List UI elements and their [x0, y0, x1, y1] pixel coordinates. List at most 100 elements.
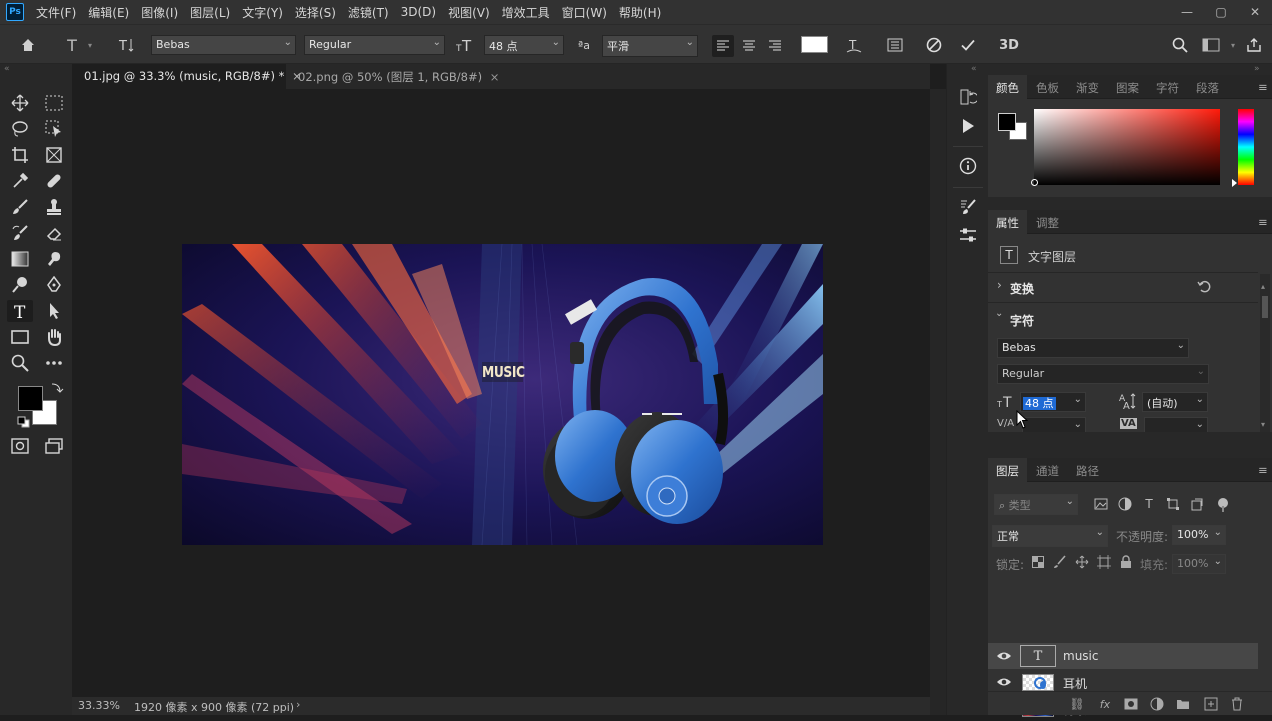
lock-artboard-icon[interactable] — [1096, 554, 1112, 570]
screen-mode-icon[interactable] — [41, 435, 67, 457]
fill-field[interactable]: 100% ⌄ — [1172, 554, 1226, 574]
panel-fg-color-swatch[interactable] — [998, 113, 1016, 131]
zoom-tool-icon[interactable] — [7, 352, 33, 374]
lock-transparency-icon[interactable] — [1030, 554, 1046, 570]
prop-font-family-select[interactable]: Bebas ⌄ — [997, 338, 1189, 358]
tab-channels[interactable]: 通道 — [1028, 458, 1067, 482]
tracking-select[interactable]: ⌄ — [1144, 417, 1208, 432]
layer-style-fx-icon[interactable]: fx — [1096, 695, 1114, 713]
more-tools-icon[interactable] — [41, 352, 67, 374]
character-panel-icon[interactable] — [885, 35, 905, 55]
search-icon[interactable] — [1170, 35, 1190, 55]
font-style-select[interactable]: Regular ⌄ — [304, 35, 445, 55]
hue-slider[interactable] — [1238, 109, 1254, 185]
blend-mode-select[interactable]: 正常 ⌄ — [992, 525, 1108, 547]
menu-type[interactable]: 文字(Y) — [236, 4, 289, 21]
menu-select[interactable]: 选择(S) — [289, 4, 342, 21]
document-canvas[interactable]: MUSIC — [182, 244, 823, 545]
filter-type-icon[interactable]: T — [1140, 496, 1158, 512]
add-mask-icon[interactable] — [1122, 695, 1140, 713]
workspace-chevron-icon[interactable]: ▾ — [1228, 37, 1238, 53]
foreground-color-swatch[interactable] — [18, 386, 43, 411]
menu-filter[interactable]: 滤镜(T) — [342, 4, 395, 21]
eraser-tool-icon[interactable] — [41, 222, 67, 244]
chevron-right-icon[interactable]: › — [997, 278, 1002, 292]
transform-section-label[interactable]: 变换 — [1010, 280, 1034, 297]
minimize-button[interactable]: — — [1170, 0, 1204, 24]
healing-brush-tool-icon[interactable] — [41, 170, 67, 192]
tab-02-png[interactable]: 02.png @ 50% (图层 1, RGB/8#) × — [286, 64, 499, 89]
menu-plugins[interactable]: 增效工具 — [496, 4, 556, 21]
lock-position-icon[interactable] — [1074, 554, 1090, 570]
chevron-down-icon[interactable]: ▾ — [84, 37, 96, 53]
tab-gradients[interactable]: 渐变 — [1068, 75, 1107, 99]
rectangle-tool-icon[interactable] — [7, 326, 33, 348]
pen-tool-icon[interactable] — [41, 274, 67, 296]
tab-patterns[interactable]: 图案 — [1108, 75, 1147, 99]
filter-shape-icon[interactable] — [1164, 496, 1182, 512]
eyedropper-tool-icon[interactable] — [7, 170, 33, 192]
lock-pixels-icon[interactable] — [1052, 554, 1068, 570]
commit-check-icon[interactable] — [958, 35, 978, 55]
menu-layer[interactable]: 图层(L) — [184, 4, 236, 21]
collapse-panels-icon[interactable]: » — [1254, 64, 1260, 74]
font-size-select[interactable]: 48 点 ⌄ — [484, 35, 564, 55]
panel-menu-icon[interactable]: ≡ — [1250, 458, 1272, 482]
tab-paths[interactable]: 路径 — [1068, 458, 1107, 482]
font-family-select[interactable]: Bebas ⌄ — [151, 35, 296, 55]
workspace-icon[interactable] — [1200, 35, 1222, 55]
tab-color[interactable]: 颜色 — [988, 75, 1027, 99]
menu-window[interactable]: 窗口(W) — [556, 4, 613, 21]
menu-help[interactable]: 帮助(H) — [613, 4, 667, 21]
reset-transform-icon[interactable] — [1196, 278, 1212, 294]
menu-image[interactable]: 图像(I) — [135, 4, 184, 21]
link-layers-icon[interactable]: ⛓ — [1068, 695, 1086, 713]
menu-file[interactable]: 文件(F) — [30, 4, 82, 21]
filter-adjustment-icon[interactable] — [1116, 496, 1134, 512]
quick-mask-icon[interactable] — [7, 435, 33, 457]
brush-settings-icon[interactable] — [957, 196, 979, 218]
lasso-tool-icon[interactable] — [7, 118, 33, 140]
new-layer-icon[interactable] — [1202, 695, 1220, 713]
prop-font-size-field[interactable]: 48 点 ⌄ — [1020, 392, 1086, 412]
object-select-tool-icon[interactable] — [41, 118, 67, 140]
layer-row-music[interactable]: T music — [988, 643, 1258, 669]
color-field[interactable] — [1031, 109, 1220, 186]
tab-properties[interactable]: 属性 — [988, 210, 1027, 234]
frame-tool-icon[interactable] — [41, 144, 67, 166]
default-colors-icon[interactable] — [17, 416, 31, 428]
filter-pixel-icon[interactable] — [1092, 496, 1110, 512]
marquee-tool-icon[interactable] — [41, 92, 67, 114]
crop-tool-icon[interactable] — [7, 144, 33, 166]
menu-3d[interactable]: 3D(D) — [395, 5, 442, 19]
collapse-toolbar-icon[interactable]: « — [4, 64, 20, 74]
expand-dock-icon[interactable]: « — [971, 64, 977, 74]
path-select-tool-icon[interactable] — [41, 300, 67, 322]
chevron-down-icon[interactable]: ⌄ — [995, 308, 1003, 319]
panel-menu-icon[interactable]: ≡ — [1250, 210, 1272, 234]
tab-01-jpg[interactable]: 01.jpg @ 33.3% (music, RGB/8#) * × — [72, 64, 302, 89]
new-group-icon[interactable] — [1174, 695, 1192, 713]
align-left-icon[interactable] — [712, 35, 734, 57]
hand-tool-icon[interactable] — [41, 326, 67, 348]
prop-leading-select[interactable]: (自动) ⌄ — [1142, 392, 1208, 412]
kerning-select[interactable]: ⌄ — [1022, 417, 1086, 432]
menu-view[interactable]: 视图(V) — [442, 4, 496, 21]
filter-smart-object-icon[interactable] — [1188, 496, 1206, 512]
music-text-layer[interactable]: MUSIC — [482, 362, 525, 382]
move-tool-icon[interactable] — [7, 92, 33, 114]
tab-adjustments[interactable]: 调整 — [1028, 210, 1067, 234]
info-icon[interactable] — [957, 155, 979, 177]
delete-layer-icon[interactable] — [1228, 695, 1246, 713]
type-tool-icon[interactable]: T — [7, 300, 33, 322]
character-section-label[interactable]: 字符 — [1010, 312, 1034, 329]
tab-layers[interactable]: 图层 — [988, 458, 1027, 482]
3d-button[interactable]: 3D — [996, 35, 1022, 55]
zoom-level[interactable]: 33.33% — [78, 699, 120, 712]
layer-filter-select[interactable]: ⌕ 类型 ⌄ — [994, 494, 1078, 515]
status-menu-chevron[interactable]: › — [296, 698, 300, 711]
prop-font-style-select[interactable]: Regular ⌄ — [997, 364, 1209, 384]
properties-scrollbar[interactable]: ▴ ▾ — [1260, 274, 1270, 432]
text-color-swatch[interactable] — [801, 36, 828, 53]
layer-name[interactable]: music — [1063, 649, 1098, 663]
